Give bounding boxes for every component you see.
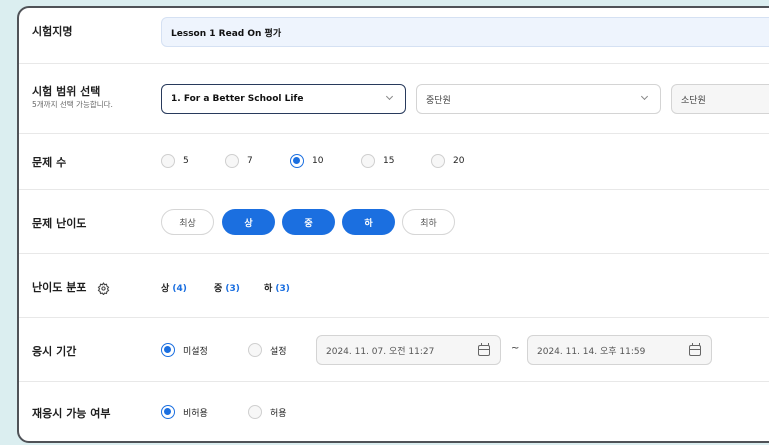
difficulty-distribution-row: 난이도 분포 상 (4) 중 (3) 하 (3) [19, 254, 769, 318]
option-label: 5 [183, 156, 189, 166]
distribution-high: 상 (4) [161, 281, 187, 294]
start-date-value: 2024. 11. 07. 오전 11:27 [326, 346, 435, 357]
question-count-row: 문제 수 5 7 10 15 20 [19, 134, 769, 190]
question-count-option-15[interactable]: 15 [361, 154, 394, 168]
difficulty-row: 문제 난이도 최상 상 중 하 최하 [19, 190, 769, 254]
distribution-medium: 중 (3) [214, 281, 240, 294]
period-end-date-input[interactable]: 2024. 11. 14. 오후 11:59 [527, 335, 712, 365]
option-label: 허용 [270, 408, 287, 419]
difficulty-distribution-label: 난이도 분포 [32, 281, 87, 294]
distribution-name: 중 [214, 284, 223, 294]
period-set-option[interactable]: 설정 [248, 343, 287, 357]
exam-settings-panel: 시험지명 Lesson 1 Read On 평가 시험 범위 선택 5개까지 선… [17, 6, 769, 443]
period-start-date-input[interactable]: 2024. 11. 07. 오전 11:27 [316, 335, 501, 365]
small-unit-placeholder: 소단원 [681, 95, 706, 106]
difficulty-low-button[interactable]: 하 [342, 209, 395, 235]
mid-unit-placeholder: 중단원 [426, 95, 451, 106]
radio-circle-selected[interactable] [290, 154, 304, 168]
distribution-name: 상 [161, 284, 170, 294]
exam-name-row: 시험지명 Lesson 1 Read On 평가 [19, 8, 769, 64]
exam-period-label: 응시 기간 [32, 345, 77, 358]
distribution-count: (4) [172, 284, 187, 294]
calendar-icon[interactable] [689, 343, 701, 356]
exam-range-label: 시험 범위 선택 [32, 85, 101, 98]
radio-circle[interactable] [431, 154, 445, 168]
period-unset-option[interactable]: 미설정 [161, 343, 208, 357]
exam-period-row: 응시 기간 미설정 설정 2024. 11. 07. 오전 11:27 ~ 20… [19, 318, 769, 382]
radio-circle[interactable] [248, 343, 262, 357]
difficulty-high-button[interactable]: 상 [222, 209, 275, 235]
unit-select[interactable]: 1. For a Better School Life [161, 84, 406, 114]
difficulty-label: 문제 난이도 [32, 217, 87, 230]
calendar-icon[interactable] [478, 343, 490, 356]
question-count-option-20[interactable]: 20 [431, 154, 464, 168]
exam-name-label: 시험지명 [32, 25, 73, 38]
question-count-label: 문제 수 [32, 156, 67, 169]
retake-label: 재응시 가능 여부 [32, 407, 111, 420]
difficulty-medium-button[interactable]: 중 [282, 209, 335, 235]
distribution-name: 하 [264, 284, 273, 294]
option-label: 10 [312, 156, 324, 166]
radio-circle-selected[interactable] [161, 343, 175, 357]
option-label: 설정 [270, 346, 287, 357]
option-label: 미설정 [183, 346, 208, 357]
retake-disallow-option[interactable]: 비허용 [161, 405, 208, 419]
radio-circle[interactable] [161, 154, 175, 168]
small-unit-select[interactable]: 소단원 [671, 84, 769, 114]
difficulty-highest-button[interactable]: 최상 [161, 209, 214, 235]
date-range-separator: ~ [511, 343, 520, 354]
gear-icon[interactable] [97, 280, 110, 296]
retake-allow-option[interactable]: 허용 [248, 405, 287, 419]
option-label: 20 [453, 156, 465, 166]
question-count-option-7[interactable]: 7 [225, 154, 253, 168]
radio-circle[interactable] [248, 405, 262, 419]
distribution-count: (3) [275, 284, 290, 294]
exam-name-input[interactable]: Lesson 1 Read On 평가 [161, 17, 769, 47]
question-count-option-5[interactable]: 5 [161, 154, 189, 168]
retake-row: 재응시 가능 여부 비허용 허용 [19, 382, 769, 441]
option-label: 15 [383, 156, 395, 166]
distribution-low: 하 (3) [264, 281, 290, 294]
radio-circle[interactable] [361, 154, 375, 168]
mid-unit-select[interactable]: 중단원 [416, 84, 661, 114]
chevron-down-icon [640, 92, 649, 101]
option-label: 7 [247, 156, 253, 166]
end-date-value: 2024. 11. 14. 오후 11:59 [537, 346, 646, 357]
radio-circle[interactable] [225, 154, 239, 168]
exam-range-row: 시험 범위 선택 5개까지 선택 가능합니다. 1. For a Better … [19, 64, 769, 134]
option-label: 비허용 [183, 408, 208, 419]
exam-range-hint: 5개까지 선택 가능합니다. [32, 100, 113, 109]
chevron-down-icon [385, 92, 394, 101]
distribution-count: (3) [225, 284, 240, 294]
difficulty-lowest-button[interactable]: 최하 [402, 209, 455, 235]
radio-circle-selected[interactable] [161, 405, 175, 419]
question-count-option-10[interactable]: 10 [290, 154, 323, 168]
unit-select-value: 1. For a Better School Life [171, 94, 304, 104]
